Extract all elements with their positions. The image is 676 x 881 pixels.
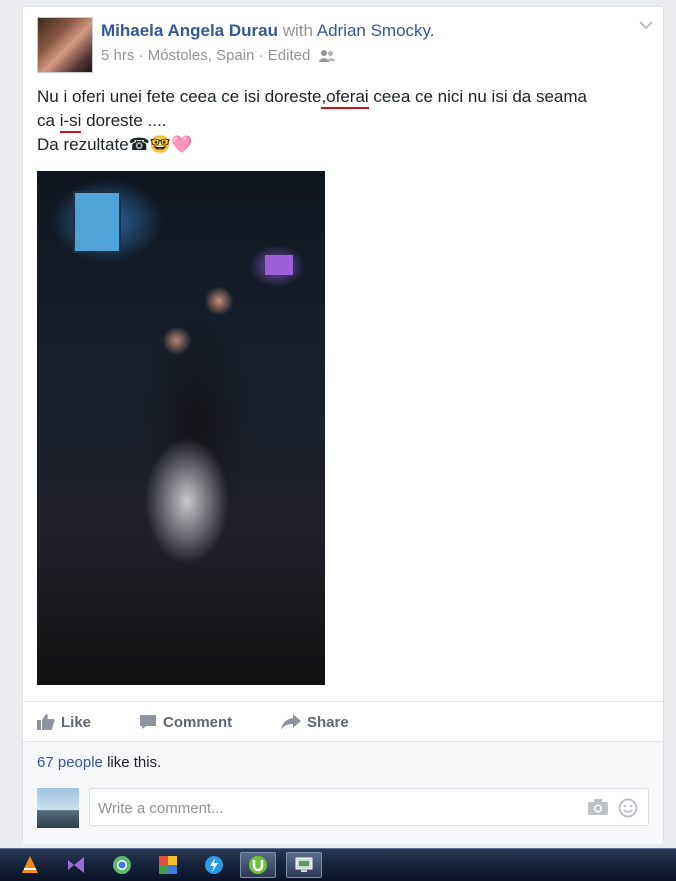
share-button[interactable]: Share xyxy=(281,714,349,731)
post-photo[interactable] xyxy=(37,171,325,685)
current-user-avatar xyxy=(37,788,79,828)
post-actions-bar: Like Comment Share xyxy=(23,701,663,738)
post-text-segment: ceea ce nici nu isi da seama xyxy=(368,87,587,106)
photo-tv-screen xyxy=(73,191,121,253)
author-avatar[interactable] xyxy=(37,17,93,73)
comment-box[interactable] xyxy=(89,788,649,826)
like-button[interactable]: Like xyxy=(37,714,91,731)
utorrent-icon[interactable] xyxy=(240,852,276,878)
post-text: Nu i oferi unei fete ceea ce isi doreste… xyxy=(37,85,649,157)
comment-label: Comment xyxy=(163,714,233,731)
chevron-down-icon[interactable] xyxy=(639,17,653,35)
post-text-segment: ca xyxy=(37,111,60,130)
likes-suffix: like this. xyxy=(102,754,162,771)
comment-button[interactable]: Comment xyxy=(139,714,232,731)
like-label: Like xyxy=(61,714,92,731)
page-right-margin xyxy=(662,0,676,848)
post-text-segment: Da rezultate xyxy=(37,135,129,154)
comment-input[interactable] xyxy=(96,795,570,821)
friends-icon[interactable] xyxy=(318,49,335,67)
comment-bubble-icon xyxy=(140,715,156,729)
misspelled-word: ,oferai xyxy=(321,87,369,109)
desktop-app-icon[interactable] xyxy=(286,852,322,878)
post-text-segment: Nu i oferi unei fete ceea ce isi doreste xyxy=(37,87,322,106)
likes-and-comments: 67 people like this. xyxy=(23,741,663,844)
chrome-icon[interactable] xyxy=(104,852,140,878)
post-header: Mihaela Angela Durau with Adrian Smocky. xyxy=(101,21,435,41)
post-meta: 5 hrs · Móstoles, Spain · Edited xyxy=(101,47,335,67)
thumbs-up-icon xyxy=(37,714,55,730)
edited-label[interactable]: Edited xyxy=(268,47,311,64)
misspelled-word: i-si xyxy=(59,111,82,133)
post-time[interactable]: 5 hrs xyxy=(101,47,134,64)
skype-icon[interactable] xyxy=(196,852,232,878)
author-name-link[interactable]: Mihaela Angela Durau xyxy=(101,21,278,40)
windows-taskbar xyxy=(0,848,676,881)
post-emojis: ☎🤓🩷 xyxy=(128,135,193,154)
emoji-icon[interactable] xyxy=(618,798,638,823)
photo-neon-sign xyxy=(265,255,293,275)
page-left-margin xyxy=(0,0,22,848)
camera-icon[interactable] xyxy=(588,799,608,820)
tagged-friend-link[interactable]: Adrian Smocky. xyxy=(317,21,435,40)
post-card: Mihaela Angela Durau with Adrian Smocky.… xyxy=(22,6,664,844)
post-text-segment: doreste .... xyxy=(81,111,167,130)
picasa-icon[interactable] xyxy=(150,852,186,878)
post-location[interactable]: Móstoles, Spain xyxy=(148,47,255,64)
share-arrow-icon xyxy=(281,714,301,730)
likes-count-link[interactable]: 67 people xyxy=(37,754,103,771)
visual-studio-icon[interactable] xyxy=(58,852,94,878)
vlc-icon[interactable] xyxy=(12,852,48,878)
share-label: Share xyxy=(307,714,349,731)
with-label: with xyxy=(282,21,313,40)
likes-summary: 67 people like this. xyxy=(37,754,161,771)
